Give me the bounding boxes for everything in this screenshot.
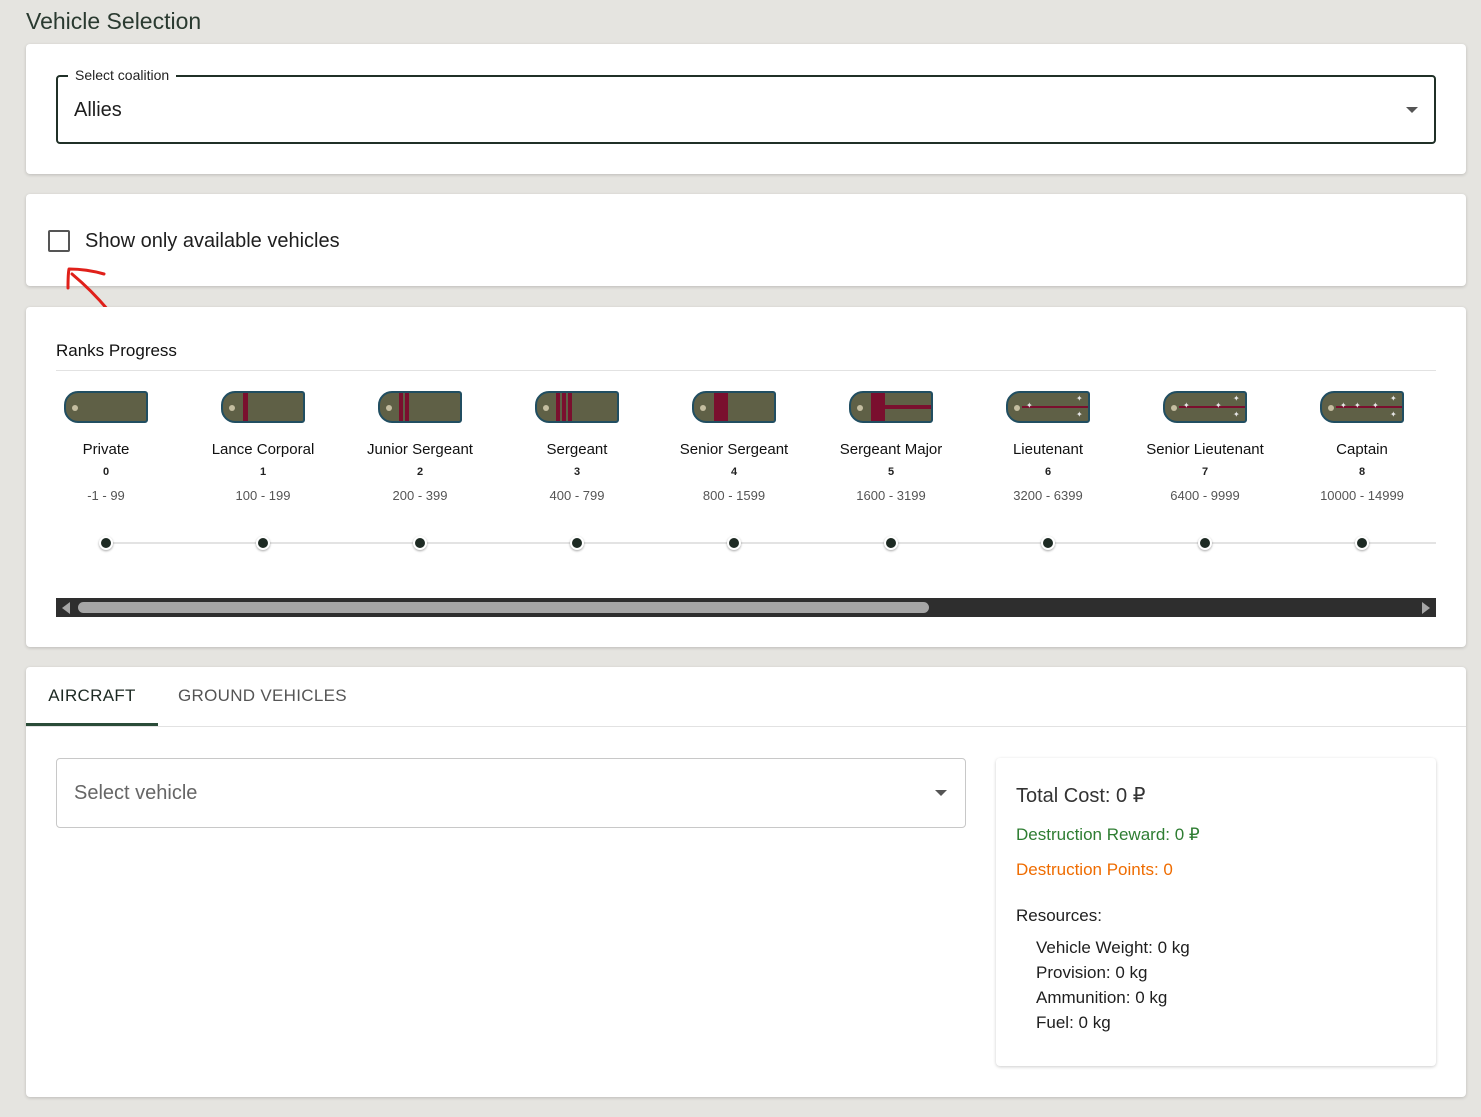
rank-name: Sergeant [546, 441, 608, 458]
rank-range: 10000 - 14999 [1320, 488, 1404, 503]
rank-level: 7 [1201, 466, 1209, 478]
scroll-right-icon[interactable] [1422, 602, 1430, 614]
senior-sergeant-insignia-icon [692, 391, 776, 423]
rank-name: Lieutenant [1012, 441, 1084, 458]
junior-sergeant-insignia-icon [378, 391, 462, 423]
coalition-select-value: Allies [74, 99, 122, 121]
rank-dot[interactable] [1041, 536, 1055, 550]
rank-range: 3200 - 6399 [1013, 488, 1083, 503]
rank-name: Captain [1336, 441, 1388, 458]
rank-dot[interactable] [413, 536, 427, 550]
rank-item: ✦ ✦ ✦ Lieutenant 6 3200 - 6399 [973, 391, 1123, 505]
rank-dot[interactable] [884, 536, 898, 550]
rank-item: ✦ ✦ ✦ ✦ Senior Lieutenant 7 6400 - 9999 [1130, 391, 1280, 505]
coalition-select-label: Select coalition [68, 67, 177, 83]
coalition-card: Select coalition Allies [26, 44, 1466, 174]
provision: Provision: 0 kg [1036, 963, 1148, 982]
rank-range: 6400 - 9999 [1170, 488, 1240, 503]
scrollbar-thumb[interactable] [78, 602, 929, 613]
rank-item: Private 0 -1 - 99 [31, 391, 181, 505]
rank-name: Sergeant Major [839, 441, 943, 458]
rank-dot[interactable] [1198, 536, 1212, 550]
ranks-scrollbar[interactable] [56, 598, 1436, 617]
vehicle-weight: Vehicle Weight: 0 kg [1036, 938, 1190, 957]
vehicle-select[interactable]: Select vehicle [56, 758, 966, 828]
rank-item: Junior Sergeant 2 200 - 399 [345, 391, 495, 505]
vehicle-tabs: AIRCRAFT GROUND VEHICLES [26, 667, 1466, 727]
private-insignia-icon [64, 391, 148, 423]
rank-dot[interactable] [727, 536, 741, 550]
cost-summary-panel: Total Cost: 0 ₽ Destruction Reward: 0 ₽ … [996, 758, 1436, 1066]
ranks-progress-track [106, 542, 1436, 544]
resources-label: Resources: [1016, 906, 1102, 925]
rank-item: Sergeant Major 5 1600 - 3199 [816, 391, 966, 505]
scroll-left-icon[interactable] [62, 602, 70, 614]
rank-range: 1600 - 3199 [856, 488, 926, 503]
tab-indicator [26, 723, 158, 726]
senior-lieutenant-insignia-icon: ✦ ✦ ✦ ✦ [1163, 391, 1247, 423]
tab-aircraft[interactable]: AIRCRAFT [26, 667, 158, 727]
rank-item: Sergeant 3 400 - 799 [502, 391, 652, 505]
page-title: Vehicle Selection [26, 8, 202, 34]
rank-dot[interactable] [1355, 536, 1369, 550]
rank-level: 2 [416, 466, 424, 478]
rank-level: 3 [573, 466, 581, 478]
rank-name: Junior Sergeant [367, 441, 473, 458]
captain-insignia-icon: ✦ ✦ ✦ ✦ ✦ [1320, 391, 1404, 423]
available-vehicles-label[interactable]: Show only available vehicles [85, 230, 340, 253]
rank-name: Senior Lieutenant [1146, 441, 1264, 458]
filter-card: Show only available vehicles [26, 194, 1466, 286]
tab-ground-vehicles[interactable]: GROUND VEHICLES [178, 667, 347, 727]
available-vehicles-checkbox[interactable] [48, 230, 70, 252]
chevron-down-icon[interactable] [935, 790, 947, 796]
rank-item: Senior Sergeant 4 800 - 1599 [659, 391, 809, 505]
ranks-title: Ranks Progress [56, 341, 177, 360]
rank-name: Private [82, 441, 130, 458]
rank-dot[interactable] [99, 536, 113, 550]
fuel: Fuel: 0 kg [1036, 1013, 1111, 1032]
rank-name: Lance Corporal [211, 441, 315, 458]
destruction-points: Destruction Points: 0 [1016, 860, 1173, 879]
rank-dot[interactable] [570, 536, 584, 550]
total-cost: Total Cost: 0 ₽ [1016, 785, 1146, 807]
lieutenant-insignia-icon: ✦ ✦ ✦ [1006, 391, 1090, 423]
destruction-reward: Destruction Reward: 0 ₽ [1016, 825, 1200, 844]
rank-level: 1 [259, 466, 267, 478]
chevron-down-icon[interactable] [1406, 107, 1418, 113]
rank-dot[interactable] [256, 536, 270, 550]
rank-range: -1 - 99 [87, 488, 125, 503]
rank-level: 5 [887, 466, 895, 478]
rank-level: 0 [102, 466, 110, 478]
vehicle-select-placeholder: Select vehicle [74, 782, 198, 804]
lance-corporal-insignia-icon [221, 391, 305, 423]
vehicle-card: AIRCRAFT GROUND VEHICLES Select vehicle … [26, 667, 1466, 1097]
rank-level: 8 [1358, 466, 1366, 478]
rank-name: Senior Sergeant [679, 441, 789, 458]
rank-range: 800 - 1599 [702, 488, 766, 503]
coalition-select[interactable]: Select coalition Allies [56, 67, 1436, 144]
ranks-divider [56, 370, 1436, 371]
rank-level: 4 [730, 466, 738, 478]
rank-item: ✦ ✦ ✦ ✦ ✦ Captain 8 10000 - 14999 [1287, 391, 1437, 505]
rank-range: 100 - 199 [235, 488, 291, 503]
rank-range: 400 - 799 [549, 488, 605, 503]
rank-item: Lance Corporal 1 100 - 199 [188, 391, 338, 505]
ammunition: Ammunition: 0 kg [1036, 988, 1168, 1007]
ranks-card: Ranks Progress Private 0 -1 - 99 Lance C… [26, 307, 1466, 647]
rank-range: 200 - 399 [392, 488, 448, 503]
sergeant-insignia-icon [535, 391, 619, 423]
rank-level: 6 [1044, 466, 1052, 478]
sergeant-major-insignia-icon [849, 391, 933, 423]
